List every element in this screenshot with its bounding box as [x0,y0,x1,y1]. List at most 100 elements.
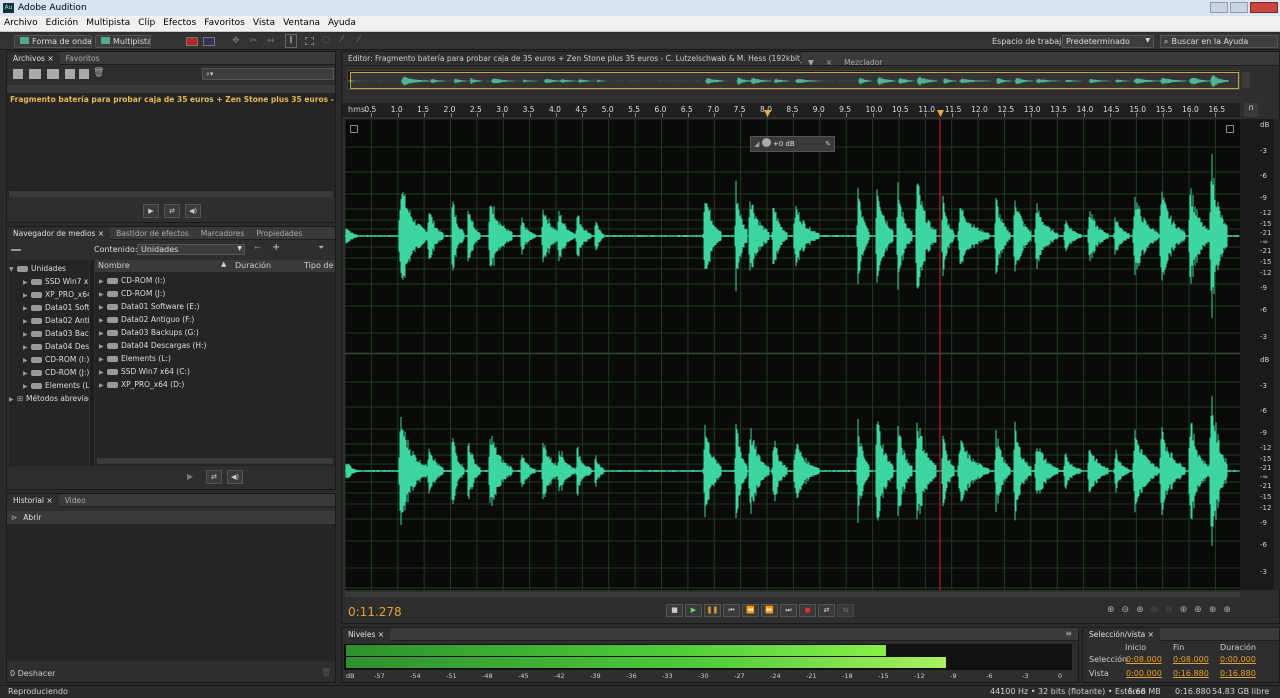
import-icon[interactable] [47,69,59,79]
expand-icon[interactable]: ▶ [23,276,31,288]
content-select[interactable]: Unidades ▼ [137,244,245,255]
files-hscrollbar[interactable] [9,191,333,197]
tab-video[interactable]: Video [59,494,92,507]
zoom-out-full-icon[interactable]: ⊖ [1165,605,1180,615]
column-name[interactable]: Nombre [98,261,130,270]
expand-icon[interactable]: ▶ [99,275,107,287]
expand-icon[interactable]: ▶ [23,380,31,392]
pin-icon[interactable]: ✎ [825,137,831,151]
expand-icon[interactable]: ▶ [99,353,107,365]
zoom-in-time-icon[interactable]: ⊕ [1136,605,1151,615]
tree-item[interactable]: ▶ SSD Win7 x64 (C:) [9,275,89,288]
loop-button[interactable]: ⇄ [206,470,222,484]
razor-tool-icon[interactable]: ✂ [250,36,258,46]
multitrack-view-button[interactable]: Multipista [95,35,151,48]
list-item[interactable]: ▶ Data04 Descargas (H:) [95,339,335,352]
expand-icon[interactable]: ▶ [99,327,107,339]
menu-clip[interactable]: Clip [134,16,159,28]
zoom-out-amplitude-icon[interactable]: ⊖ [1122,605,1137,615]
zoom-right-icon[interactable]: ⊕ [1223,605,1238,615]
menu-ventana[interactable]: Ventana [279,16,324,28]
go-to-start-button[interactable]: ⏮ [723,604,740,617]
selection-duration[interactable]: 0:00.000 [1220,655,1256,664]
tab-levels[interactable]: Niveles × [342,628,391,641]
tab-archivos[interactable]: Archivos × [7,52,60,65]
play-button[interactable]: ▶ [187,472,193,481]
tree-item[interactable]: ▶ Data01 Software (E:) [9,301,89,314]
gain-hud[interactable]: ◢ +0 dB ✎ [750,136,835,152]
play-button[interactable]: ▶ [685,604,702,617]
waveform-view-button[interactable]: Forma de onda [14,35,92,48]
spectral-pitch-icon[interactable] [203,37,215,46]
list-item[interactable]: ▶ SSD Win7 x64 (C:) [95,365,335,378]
overview-view-range[interactable] [350,72,1239,89]
tree-item[interactable]: ▶ Data04 Descargas (H:) [9,340,89,353]
spectral-frequency-icon[interactable] [186,37,198,46]
channel-left-icon[interactable] [350,125,358,133]
stop-button[interactable]: ■ [666,604,683,617]
insert-icon[interactable] [79,69,89,79]
history-item[interactable]: ⊳ Abrir [7,511,335,524]
maximize-button[interactable] [1230,2,1248,13]
back-arrow-icon[interactable]: ← [254,243,261,252]
expand-icon[interactable]: ▶ [23,302,31,314]
loop-playback-button[interactable]: ⇄ [818,604,835,617]
trash-icon[interactable]: 🗑 [321,668,331,677]
minimize-button[interactable] [1210,2,1228,13]
add-shortcut-icon[interactable]: + [272,242,280,253]
close-icon[interactable]: × [378,630,384,639]
list-item[interactable]: ▶ Elements (L:) [95,352,335,365]
expand-icon[interactable]: ▶ [99,340,107,352]
close-button[interactable] [1250,2,1278,13]
expand-icon[interactable]: ▶ [99,379,107,391]
playhead-marker[interactable] [936,110,944,117]
list-item[interactable]: ▶ Data01 Software (E:) [95,300,335,313]
vertical-scrollbar[interactable] [1274,119,1280,590]
expand-icon[interactable]: ▶ [23,354,31,366]
rewind-button[interactable]: ⏪ [742,604,759,617]
media-hscrollbar[interactable] [97,458,333,464]
expand-icon[interactable]: ▶ [23,315,31,327]
close-icon[interactable]: × [47,54,53,63]
menu-efectos[interactable]: Efectos [159,16,200,28]
slip-tool-icon[interactable]: ↔ [267,36,275,46]
filter-icon[interactable]: ⏷ [318,243,324,253]
fast-forward-button[interactable]: ⏩ [761,604,778,617]
brush-tool-icon[interactable]: ⁄ [341,35,343,45]
expand-icon[interactable]: ▶ [23,328,31,340]
view-end[interactable]: 0:16.880 [1173,669,1209,678]
expand-icon[interactable]: ▶ [99,288,107,300]
file-item[interactable]: Fragmento batería para probar caja de 35… [7,93,335,106]
snap-icon[interactable]: ∩ [1244,103,1258,117]
autoplay-button[interactable]: ◀) [185,204,201,218]
tree-shortcuts[interactable]: ▶⊞Métodos abreviados [9,392,89,405]
tab-mixer[interactable]: Mezclador [838,56,888,69]
selection-start[interactable]: 0:08.000 [1126,655,1162,664]
loop-button[interactable]: ⇄ [164,204,180,218]
tab-effects-rack[interactable]: Bastidor de efectos [110,227,195,240]
zoom-out-time-icon[interactable]: ⊖ [1151,605,1166,615]
tab-media-browser[interactable]: Navegador de medios × [7,227,111,240]
list-item[interactable]: ▶ XP_PRO_x64 (D:) [95,378,335,391]
delete-icon[interactable]: 🗑 [93,68,104,78]
pause-button[interactable]: ❚❚ [704,604,721,617]
tree-item[interactable]: ▶ XP_PRO_x64 (D:) [9,288,89,301]
open-file-icon[interactable] [29,69,41,79]
waveform-display[interactable]: ◢ +0 dB ✎ [345,119,1240,590]
healing-tool-icon[interactable]: ⁄ [358,35,360,45]
lasso-tool-icon[interactable]: ◌ [322,35,330,45]
tab-editor[interactable]: Editor: Fragmento batería para probar ca… [342,52,802,65]
tree-item[interactable]: ▶ Data02 Antiguo (F:) [9,314,89,327]
close-icon[interactable]: × [98,229,104,238]
save-icon[interactable] [65,69,75,79]
zoom-in-point-icon[interactable]: ⊕ [1180,605,1195,615]
tab-markers[interactable]: Marcadores [195,227,251,240]
expand-icon[interactable]: ▶ [99,366,107,378]
tree-item[interactable]: ▶ Data03 Backups (G:) [9,327,89,340]
tab-history[interactable]: Historial × [7,494,59,507]
menu-edicion[interactable]: Edición [42,16,83,28]
menu-ayuda[interactable]: Ayuda [324,16,360,28]
menu-archivo[interactable]: Archivo [0,16,42,28]
overview-scroll-right[interactable] [1242,72,1250,88]
tab-selection-view[interactable]: Selección/vista × [1083,628,1160,641]
